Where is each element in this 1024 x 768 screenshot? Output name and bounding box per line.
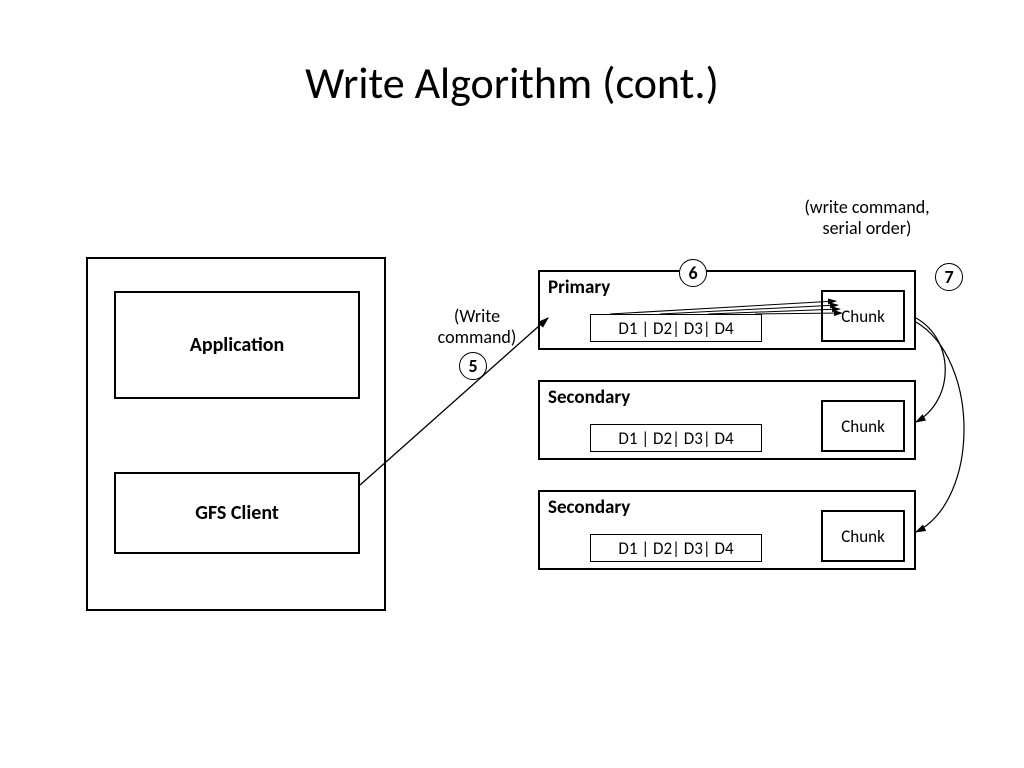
serial-order-annotation: (write command, serial order)	[782, 197, 952, 238]
gfs-client-box: GFS Client	[114, 472, 360, 554]
application-label: Application	[190, 333, 285, 357]
secondary2-title: Secondary	[548, 496, 630, 519]
slide-title: Write Algorithm (cont.)	[0, 56, 1024, 110]
step-marker-6: 6	[679, 259, 707, 287]
step-marker-7: 7	[935, 263, 963, 291]
secondary1-title: Secondary	[548, 386, 630, 409]
application-box: Application	[114, 291, 360, 399]
primary-data-buffer: D1 | D2| D3| D4	[590, 314, 762, 342]
primary-title: Primary	[548, 276, 610, 299]
step-marker-5: 5	[459, 352, 487, 380]
secondary1-chunk-box: Chunk	[821, 400, 905, 452]
secondary1-data-buffer: D1 | D2| D3| D4	[590, 424, 762, 452]
secondary2-chunk-box: Chunk	[821, 510, 905, 562]
diagram-canvas: Write Algorithm (cont.) Application GFS …	[0, 0, 1024, 768]
write-command-annotation: (Write command)	[427, 306, 527, 347]
arrow-primary-to-secondary1	[916, 318, 945, 422]
arrow-primary-to-secondary2	[916, 322, 964, 532]
primary-chunk-box: Chunk	[821, 290, 905, 342]
gfs-client-label: GFS Client	[195, 501, 279, 525]
secondary2-data-buffer: D1 | D2| D3| D4	[590, 534, 762, 562]
